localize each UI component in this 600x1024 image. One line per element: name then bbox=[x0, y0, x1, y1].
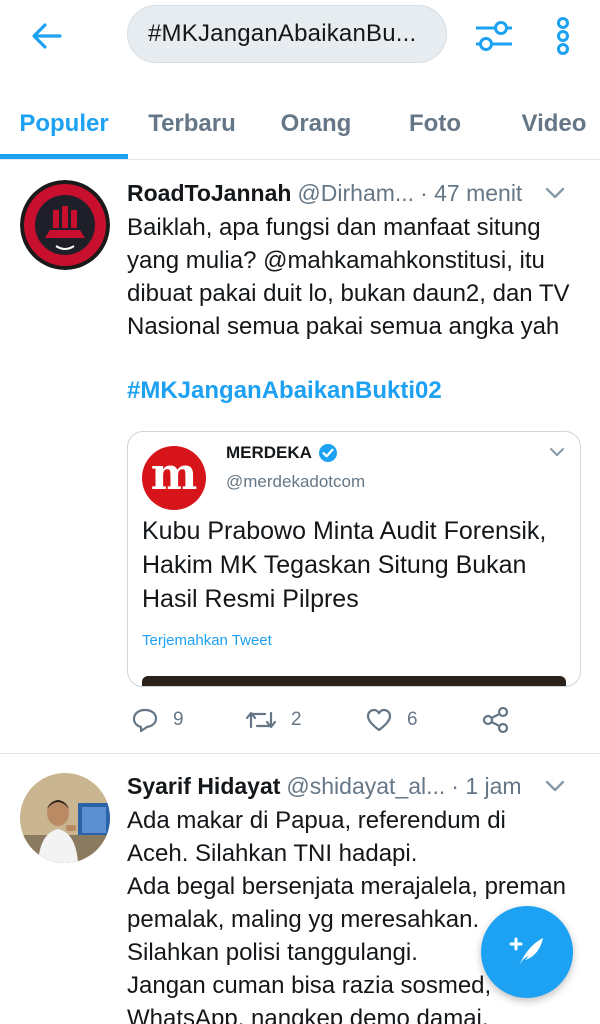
compose-icon bbox=[509, 937, 543, 966]
quoted-tweet-card[interactable]: m MERDEKA @merdekadotcom Kubu Prabowo Mi… bbox=[127, 431, 581, 687]
reply-button[interactable]: 9 bbox=[131, 700, 184, 740]
quoted-tweet-text: Kubu Prabowo Minta Audit Forensik, Hakim… bbox=[142, 517, 547, 613]
search-query: #MKJanganAbaikanBu... bbox=[148, 20, 417, 47]
tweet-text-line: Ada begal bersenjata merajalela, preman bbox=[127, 873, 566, 900]
tab-foto[interactable]: Foto bbox=[376, 88, 494, 160]
tweet-author-name[interactable]: Syarif Hidayat bbox=[127, 773, 280, 800]
tweet-text: Baiklah, apa fungsi dan manfaat situng y… bbox=[127, 214, 570, 340]
avatar-image bbox=[20, 180, 110, 270]
tweet-header: Syarif Hidayat @shidayat_al... · 1 jam bbox=[127, 769, 587, 803]
more-options-button[interactable] bbox=[545, 10, 581, 62]
merdeka-logo: m bbox=[142, 446, 206, 510]
quoted-author-row: MERDEKA bbox=[226, 443, 338, 463]
tweet-text-line: Ada makar di Papua, referendum di bbox=[127, 807, 506, 834]
chevron-down-icon[interactable] bbox=[543, 182, 567, 204]
tweet-author-handle[interactable]: @Dirham... bbox=[297, 180, 414, 207]
tweet-text-line: WhatsApp, nangkep demo damai, bbox=[127, 1005, 489, 1024]
tweet-hashtag[interactable]: #MKJanganAbaikanBukti02 bbox=[127, 374, 582, 407]
tweet-header: RoadToJannah @Dirham... · 47 menit bbox=[127, 176, 587, 210]
share-icon bbox=[482, 706, 509, 734]
back-arrow-icon bbox=[32, 23, 62, 49]
tweet-time: · 1 jam bbox=[451, 772, 522, 799]
tab-orang[interactable]: Orang bbox=[256, 88, 376, 160]
reply-icon bbox=[132, 708, 158, 733]
tweet-author-name[interactable]: RoadToJannah bbox=[127, 180, 291, 207]
tweet-text-line: Aceh. Silahkan TNI hadapi. bbox=[127, 840, 418, 867]
merdeka-logo-text: m bbox=[150, 449, 198, 500]
share-button[interactable] bbox=[481, 700, 525, 740]
search-tabs: Populer Terbaru Orang Foto Video bbox=[0, 88, 600, 160]
tab-video[interactable]: Video bbox=[494, 88, 600, 160]
quoted-tweet-media[interactable] bbox=[142, 676, 566, 686]
tweet-actions: 9 2 6 bbox=[127, 700, 547, 740]
top-bar: #MKJanganAbaikanBu... bbox=[0, 0, 600, 80]
like-count: 6 bbox=[407, 709, 418, 730]
retweet-count: 2 bbox=[291, 709, 302, 730]
chevron-down-icon[interactable] bbox=[543, 775, 567, 797]
translate-tweet-link[interactable]: Terjemahkan Tweet bbox=[142, 632, 272, 649]
search-filter-button[interactable] bbox=[470, 14, 518, 58]
retweet-button[interactable]: 2 bbox=[245, 700, 302, 740]
filter-sliders-icon bbox=[476, 21, 512, 51]
avatar[interactable] bbox=[20, 773, 110, 863]
avatar[interactable] bbox=[20, 180, 110, 270]
like-icon bbox=[366, 708, 392, 732]
tweet-divider bbox=[0, 753, 600, 754]
tweet-author-handle[interactable]: @shidayat_al... bbox=[286, 773, 445, 800]
active-tab-indicator bbox=[0, 154, 128, 159]
more-vertical-icon bbox=[557, 17, 569, 55]
search-input[interactable]: #MKJanganAbaikanBu... bbox=[127, 5, 447, 63]
quoted-author-name[interactable]: MERDEKA bbox=[226, 443, 312, 463]
tab-terbaru[interactable]: Terbaru bbox=[128, 88, 256, 160]
back-button[interactable] bbox=[22, 14, 72, 58]
avatar-image bbox=[20, 773, 110, 863]
retweet-icon bbox=[245, 711, 277, 729]
tweet-time: · 47 menit bbox=[420, 179, 523, 206]
compose-tweet-button[interactable] bbox=[481, 906, 573, 998]
like-button[interactable]: 6 bbox=[365, 700, 418, 740]
reply-count: 9 bbox=[173, 709, 184, 730]
chevron-down-icon[interactable] bbox=[548, 444, 566, 460]
quoted-author-handle[interactable]: @merdekadotcom bbox=[226, 472, 365, 492]
tab-populer[interactable]: Populer bbox=[0, 88, 128, 160]
verified-icon bbox=[318, 444, 337, 462]
